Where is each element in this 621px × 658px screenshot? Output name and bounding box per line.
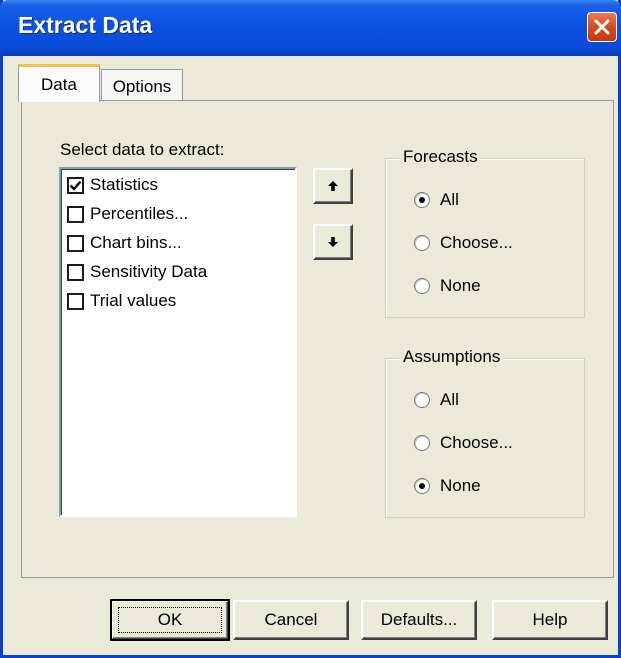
- assumptions-group-title: Assumptions: [400, 347, 504, 367]
- forecasts-option-all[interactable]: All: [414, 189, 459, 211]
- select-data-heading: Select data to extract:: [60, 140, 225, 159]
- ok-button[interactable]: OK: [110, 599, 230, 641]
- tab-options-label: Options: [112, 76, 172, 96]
- radio-button[interactable]: [414, 435, 430, 451]
- checkbox-sensitivity-data[interactable]: [67, 263, 84, 281]
- radio-button[interactable]: [414, 478, 430, 494]
- list-item-label: Statistics: [90, 175, 159, 194]
- assumptions-option-none[interactable]: None: [414, 475, 481, 497]
- list-item-percentiles[interactable]: Percentiles...: [67, 203, 188, 225]
- cancel-button-label: Cancel: [264, 610, 318, 629]
- radio-label: All: [440, 190, 459, 209]
- extract-data-dialog: Extract Data Data Options Select data to…: [0, 0, 621, 658]
- window-title: Extract Data: [18, 12, 153, 38]
- forecasts-option-choose[interactable]: Choose...: [414, 232, 513, 254]
- checkbox-chart-bins[interactable]: [67, 234, 84, 252]
- radio-label: None: [440, 476, 481, 495]
- list-item-label: Sensitivity Data: [90, 262, 208, 281]
- tab-data[interactable]: Data: [18, 64, 100, 102]
- checkbox-statistics[interactable]: [67, 176, 84, 194]
- arrow-down-icon: [328, 237, 338, 247]
- radio-button[interactable]: [414, 192, 430, 208]
- extract-data-list[interactable]: Statistics Percentiles... Chart bins... …: [59, 167, 297, 517]
- close-button[interactable]: [587, 12, 617, 42]
- radio-label: All: [440, 390, 459, 409]
- assumptions-group: Assumptions All Choose... None: [385, 347, 585, 518]
- move-down-button[interactable]: [313, 224, 353, 260]
- checkmark-icon: [69, 180, 82, 191]
- help-button-label: Help: [532, 610, 568, 629]
- tab-data-label: Data: [41, 74, 77, 94]
- list-item-sensitivity-data[interactable]: Sensitivity Data: [67, 261, 207, 283]
- list-item-chart-bins[interactable]: Chart bins...: [67, 232, 182, 254]
- title-bar[interactable]: Extract Data: [0, 0, 621, 56]
- focus-rectangle: [118, 607, 222, 633]
- close-icon: [594, 19, 610, 35]
- radio-button[interactable]: [414, 392, 430, 408]
- radio-button[interactable]: [414, 278, 430, 294]
- list-item-label: Trial values: [90, 291, 177, 310]
- tab-options[interactable]: Options: [101, 69, 183, 103]
- list-item-statistics[interactable]: Statistics: [67, 174, 158, 196]
- forecasts-option-none[interactable]: None: [414, 275, 481, 297]
- radio-label: Choose...: [440, 433, 513, 452]
- checkbox-trial-values[interactable]: [67, 292, 84, 310]
- forecasts-group: Forecasts All Choose... None: [385, 147, 585, 318]
- list-item-label: Percentiles...: [90, 204, 189, 223]
- assumptions-option-all[interactable]: All: [414, 389, 459, 411]
- radio-button[interactable]: [414, 235, 430, 251]
- help-button[interactable]: Help: [492, 600, 608, 640]
- forecasts-group-title: Forecasts: [400, 147, 481, 167]
- list-item-label: Chart bins...: [90, 233, 182, 252]
- move-up-button[interactable]: [313, 168, 353, 204]
- assumptions-option-choose[interactable]: Choose...: [414, 432, 513, 454]
- arrow-up-icon: [328, 181, 338, 191]
- list-item-trial-values[interactable]: Trial values: [67, 290, 176, 312]
- radio-label: None: [440, 276, 481, 295]
- cancel-button[interactable]: Cancel: [233, 600, 349, 640]
- checkbox-percentiles[interactable]: [67, 205, 84, 223]
- defaults-button-label: Defaults...: [380, 610, 458, 629]
- defaults-button[interactable]: Defaults...: [361, 600, 477, 640]
- radio-label: Choose...: [440, 233, 513, 252]
